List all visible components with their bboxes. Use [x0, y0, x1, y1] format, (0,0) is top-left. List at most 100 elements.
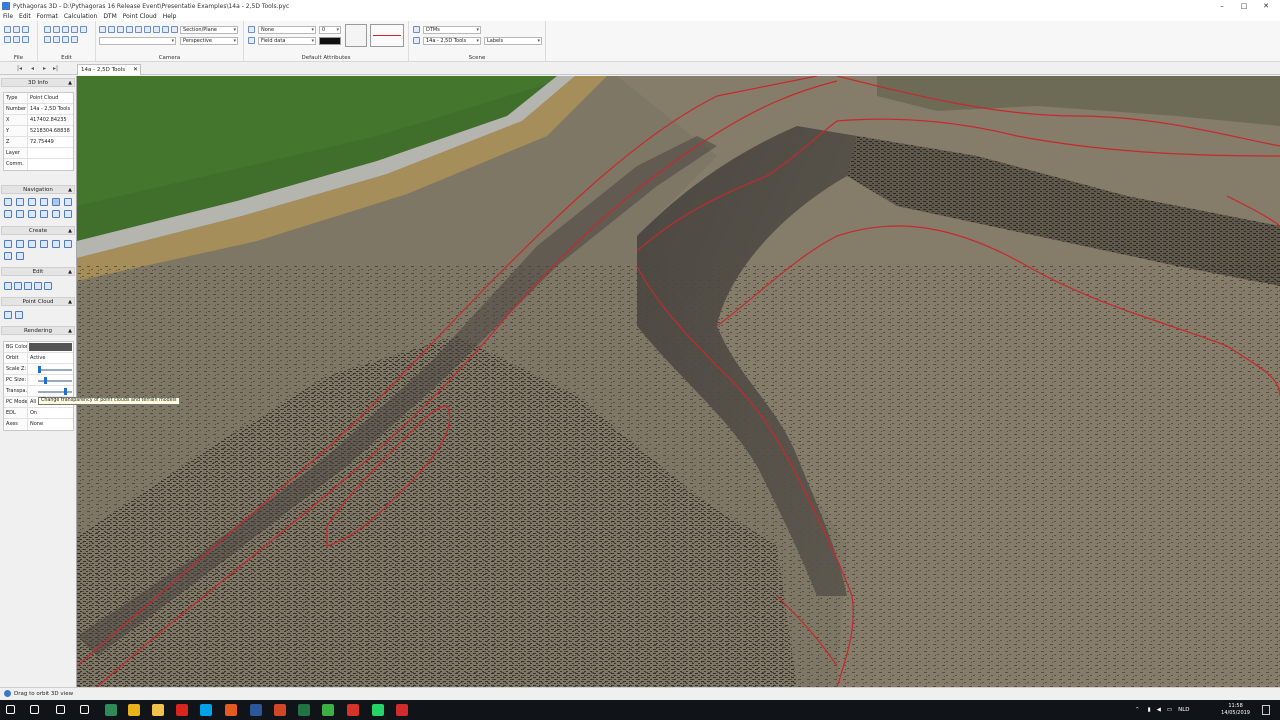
linetype-combo[interactable]: None	[258, 26, 316, 34]
pen-icon[interactable]	[248, 26, 255, 33]
create-polyline-icon[interactable]	[28, 240, 36, 248]
bg-color-swatch[interactable]	[29, 343, 72, 351]
taskbar-codi-icon[interactable]	[396, 704, 408, 716]
taskbar-clock[interactable]: 11:58 14/05/2019	[1221, 703, 1250, 717]
zoom-window-icon[interactable]	[40, 198, 48, 206]
taskbar-excel-icon[interactable]	[298, 704, 310, 716]
walk-tool-icon[interactable]	[64, 198, 72, 206]
taskbar-chrome-icon[interactable]	[128, 704, 140, 716]
edit-trim-icon[interactable]	[24, 282, 32, 290]
collapse-icon[interactable]: ▲	[68, 186, 72, 194]
view-nav6-icon[interactable]	[64, 210, 72, 218]
close-window-button[interactable]: ✕	[1255, 0, 1277, 12]
taskbar-camtasia-icon[interactable]	[322, 704, 334, 716]
line-width-combo[interactable]: 0	[319, 26, 341, 34]
taskbar-mail-icon[interactable]	[80, 705, 89, 714]
line-preview-swatch[interactable]	[370, 24, 404, 47]
view-front-icon[interactable]	[108, 26, 115, 33]
view-nav5-icon[interactable]	[52, 210, 60, 218]
edit-extend-icon[interactable]	[14, 282, 22, 290]
volume-icon[interactable]: ◀	[1157, 707, 1161, 713]
menu-point-cloud[interactable]: Point Cloud	[123, 13, 157, 20]
view-nav4-icon[interactable]	[40, 210, 48, 218]
render-row-orbit[interactable]: Orbit Active	[4, 353, 73, 364]
collapse-icon[interactable]: ▲	[68, 268, 72, 276]
render-row-pc-size[interactable]: PC Size:	[4, 375, 73, 386]
collapse-icon[interactable]: ▲	[68, 298, 72, 306]
projection-combo[interactable]: Perspective	[180, 37, 238, 45]
pan-tool-icon[interactable]	[28, 198, 36, 206]
copy-icon[interactable]	[71, 26, 78, 33]
notifications-icon[interactable]	[1262, 705, 1270, 715]
view-right-icon[interactable]	[126, 26, 133, 33]
taskbar-firefox-icon[interactable]	[225, 704, 237, 716]
color-swatch[interactable]	[319, 37, 341, 45]
menu-file[interactable]: File	[3, 13, 13, 20]
render-row-scale-z[interactable]: Scale Z:	[4, 364, 73, 375]
print-icon[interactable]	[4, 36, 11, 43]
layer-combo[interactable]: Field data	[258, 37, 316, 45]
keyboard-language[interactable]: NLD	[1178, 707, 1189, 713]
delete-icon[interactable]	[80, 26, 87, 33]
view-nav2-icon[interactable]	[16, 210, 24, 218]
view-iso-icon[interactable]	[144, 26, 151, 33]
taskbar-pythagoras-icon[interactable]	[105, 704, 117, 716]
collapse-icon[interactable]: ▲	[68, 327, 72, 335]
scene-combo[interactable]: 14a - 2,5D Tools	[423, 37, 481, 45]
section-3d-info[interactable]: 3D Info ▲	[1, 78, 75, 87]
taskbar-start-icon[interactable]	[6, 705, 15, 714]
3d-viewport[interactable]	[77, 76, 1280, 687]
print-preview-icon[interactable]	[13, 36, 20, 43]
people-icon[interactable]: ⌃	[1135, 707, 1140, 713]
menu-help[interactable]: Help	[163, 13, 177, 20]
edit-split-icon[interactable]	[34, 282, 42, 290]
view-top-icon[interactable]	[99, 26, 106, 33]
create-symbol-icon[interactable]	[4, 252, 12, 260]
render-row-edl[interactable]: EDL On	[4, 408, 73, 419]
dtm-combo[interactable]: DTMs	[423, 26, 481, 34]
zoom-tool-icon[interactable]	[16, 198, 24, 206]
render-value[interactable]: None	[28, 419, 73, 430]
undo-icon[interactable]	[44, 26, 51, 33]
render-value[interactable]: Active	[28, 353, 73, 363]
menu-calculation[interactable]: Calculation	[64, 13, 97, 20]
taskbar-skype-icon[interactable]	[200, 704, 212, 716]
properties-icon[interactable]	[71, 36, 78, 43]
render-row-transparency[interactable]: Transpa...	[4, 386, 73, 397]
taskbar-explorer-icon[interactable]	[152, 704, 164, 716]
labels-combo[interactable]: Labels	[484, 37, 542, 45]
system-tray[interactable]: ⌃ ▮ ◀ ▭ NLD	[1135, 700, 1190, 720]
taskbar-word-icon[interactable]	[250, 704, 262, 716]
minimize-button[interactable]: –	[1211, 0, 1233, 12]
network-icon[interactable]: ▮	[1148, 707, 1151, 713]
view-back-icon[interactable]	[135, 26, 142, 33]
menu-dtm[interactable]: DTM	[103, 13, 116, 20]
collapse-icon[interactable]: ▲	[68, 227, 72, 235]
tab-14a-tools[interactable]: 14a - 2,5D Tools ✕	[77, 64, 141, 75]
create-point-icon[interactable]	[4, 240, 12, 248]
battery-icon[interactable]: ▭	[1167, 707, 1172, 713]
open-file-icon[interactable]	[13, 26, 20, 33]
select-all-icon[interactable]	[53, 36, 60, 43]
slider-thumb[interactable]	[44, 377, 47, 384]
collapse-icon[interactable]: ▲	[68, 79, 72, 87]
view-left-icon[interactable]	[117, 26, 124, 33]
prev-tab-button[interactable]: ◂	[31, 65, 34, 72]
menu-format[interactable]: Format	[37, 13, 58, 20]
taskbar-snagit-icon[interactable]	[347, 704, 359, 716]
pc-filter-icon[interactable]	[15, 311, 23, 319]
dtm-icon[interactable]	[413, 26, 420, 33]
camera-icon[interactable]	[16, 252, 24, 260]
camera-preset-combo[interactable]	[99, 37, 176, 45]
view-iso2-icon[interactable]	[153, 26, 160, 33]
create-text-icon[interactable]	[64, 240, 72, 248]
menu-edit[interactable]: Edit	[19, 13, 31, 20]
save-as-icon[interactable]	[22, 36, 29, 43]
section-rendering[interactable]: Rendering ▲	[1, 326, 75, 335]
select-tool-icon[interactable]	[4, 198, 12, 206]
section-create[interactable]: Create ▲	[1, 226, 75, 235]
last-tab-button[interactable]: ▸|	[53, 65, 58, 72]
paste-icon[interactable]	[44, 36, 51, 43]
edit-join-icon[interactable]	[44, 282, 52, 290]
slider-thumb[interactable]	[38, 366, 41, 373]
